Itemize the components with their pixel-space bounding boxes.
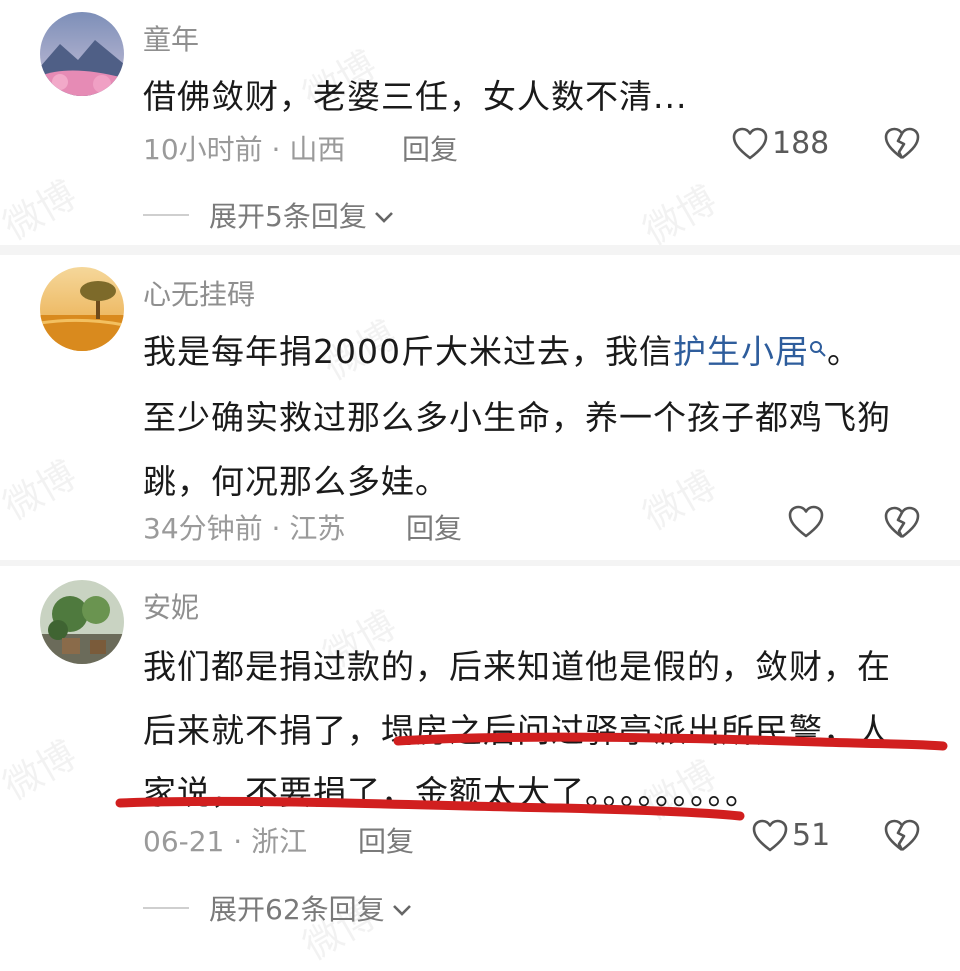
like-count: 51 bbox=[792, 818, 831, 853]
comment-location: 浙江 bbox=[251, 825, 308, 858]
comment-text: 家说，不要捐了，金额太大了。。。。。。。。。 bbox=[143, 773, 759, 812]
comment-meta: 10小时前 · 山西 bbox=[143, 128, 345, 168]
comment-text-segment: 我是每年捐2000斤大米过去，我信 bbox=[143, 332, 673, 371]
comment-text: 我是每年捐2000斤大米过去，我信护生小居。 bbox=[143, 325, 861, 373]
comment-meta: 06-21 · 浙江 bbox=[143, 820, 307, 860]
dislike-button[interactable] bbox=[884, 506, 920, 540]
comment-text-segment: 。 bbox=[826, 332, 861, 371]
search-icon bbox=[809, 327, 827, 366]
topic-link-label: 护生小居 bbox=[672, 332, 809, 371]
expand-label: 展开62条回复 bbox=[209, 893, 385, 926]
meta-separator: · bbox=[271, 512, 290, 545]
chevron-down-icon bbox=[373, 199, 395, 232]
expand-dash bbox=[143, 907, 189, 909]
username[interactable]: 童年 bbox=[143, 18, 199, 58]
expand-replies-button[interactable]: 展开62条回复 bbox=[143, 888, 413, 928]
comment-divider bbox=[0, 245, 960, 255]
broken-heart-icon bbox=[884, 506, 920, 540]
broken-heart-icon bbox=[884, 819, 920, 853]
comment-time: 06-21 bbox=[143, 825, 225, 858]
comment-text: 至少确实救过那么多小生命，养一个孩子都鸡飞狗 bbox=[143, 398, 891, 437]
expand-label: 展开5条回复 bbox=[209, 200, 367, 233]
meta-separator: · bbox=[271, 133, 290, 166]
avatar[interactable] bbox=[40, 12, 124, 96]
dislike-button[interactable] bbox=[884, 819, 920, 853]
comment-location: 山西 bbox=[289, 133, 346, 166]
meta-separator: · bbox=[233, 825, 252, 858]
avatar[interactable] bbox=[40, 580, 124, 664]
heart-icon bbox=[732, 127, 768, 161]
avatar[interactable] bbox=[40, 267, 124, 351]
comment-text: 跳，何况那么多娃。 bbox=[143, 462, 449, 501]
comment-text: 借佛敛财，老婆三任，女人数不清... bbox=[143, 77, 688, 116]
comment-meta: 34分钟前 · 江苏 bbox=[143, 507, 345, 547]
comment-text: 后来就不捐了，塌房之后问过驿亭派出所民警，人 bbox=[143, 711, 891, 750]
comment-location: 江苏 bbox=[289, 512, 346, 545]
dislike-button[interactable] bbox=[884, 127, 920, 161]
chevron-down-icon bbox=[391, 892, 413, 925]
like-button[interactable]: 188 bbox=[732, 126, 829, 161]
comment-time: 10小时前 bbox=[143, 133, 263, 166]
comment-item: 童年 借佛敛财，老婆三任，女人数不清... 10小时前 · 山西 回复 188 … bbox=[0, 0, 960, 245]
heart-icon bbox=[752, 819, 788, 853]
reply-button[interactable]: 回复 bbox=[406, 507, 462, 547]
like-count: 188 bbox=[772, 126, 830, 161]
expand-replies-button[interactable]: 展开5条回复 bbox=[143, 195, 395, 235]
heart-icon bbox=[788, 505, 824, 539]
expand-dash bbox=[143, 214, 189, 216]
username[interactable]: 安妮 bbox=[143, 586, 199, 626]
comment-text: 我们都是捐过款的，后来知道他是假的，敛财，在 bbox=[143, 647, 891, 686]
comment-item: 安妮 我们都是捐过款的，后来知道他是假的，敛财，在 后来就不捐了，塌房之后问过驿… bbox=[0, 566, 960, 971]
comment-item: 心无挂碍 我是每年捐2000斤大米过去，我信护生小居。 至少确实救过那么多小生命… bbox=[0, 255, 960, 555]
broken-heart-icon bbox=[884, 127, 920, 161]
like-button[interactable] bbox=[788, 505, 824, 539]
reply-button[interactable]: 回复 bbox=[402, 128, 458, 168]
reply-button[interactable]: 回复 bbox=[358, 820, 414, 860]
topic-link[interactable]: 护生小居 bbox=[673, 332, 827, 371]
username[interactable]: 心无挂碍 bbox=[143, 273, 255, 313]
like-button[interactable]: 51 bbox=[752, 818, 830, 853]
comment-time: 34分钟前 bbox=[143, 512, 263, 545]
